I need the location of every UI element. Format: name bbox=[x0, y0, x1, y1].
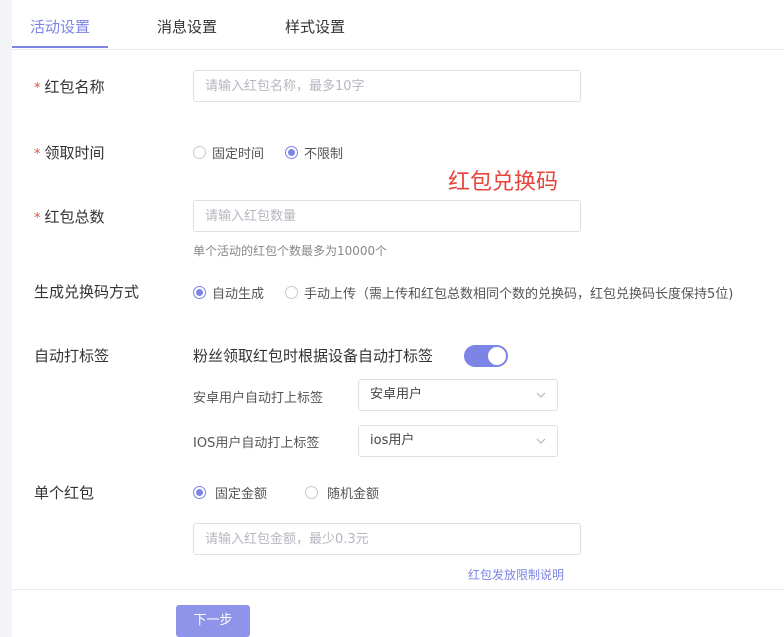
total-input[interactable] bbox=[193, 200, 581, 232]
radio-unlimited[interactable]: 不限制 bbox=[285, 143, 343, 162]
radio-circle bbox=[305, 486, 318, 499]
ios-tag-label: IOS用户自动打上标签 bbox=[193, 436, 320, 451]
total-label-text: 红包总数 bbox=[44, 208, 105, 226]
limit-explanation-link[interactable]: 红包发放限制说明 bbox=[468, 566, 564, 583]
radio-auto-generate[interactable]: 自动生成 bbox=[193, 283, 264, 302]
footer-divider bbox=[12, 589, 784, 590]
name-input[interactable] bbox=[193, 70, 581, 102]
required-mark: * bbox=[34, 81, 41, 96]
tab-bar: 活动设置 消息设置 样式设置 bbox=[12, 0, 784, 50]
required-mark: * bbox=[34, 211, 41, 226]
radio-fixed-time[interactable]: 固定时间 bbox=[193, 143, 264, 162]
radio-circle bbox=[193, 286, 206, 299]
tab-message-settings[interactable]: 消息设置 bbox=[157, 16, 217, 37]
single-packet-label: 单个红包 bbox=[34, 484, 95, 502]
select-value: 安卓用户 bbox=[370, 387, 423, 402]
time-label: * 领取时间 bbox=[34, 142, 105, 163]
tab-activity-settings[interactable]: 活动设置 bbox=[30, 16, 90, 37]
active-tab-indicator bbox=[12, 46, 108, 48]
code-method-label: 生成兑换码方式 bbox=[34, 283, 140, 301]
radio-label: 手动上传（需上传和红包总数相同个数的兑换码，红包兑换码长度保持5位) bbox=[304, 287, 734, 302]
toggle-knob bbox=[488, 347, 506, 365]
auto-tag-toggle[interactable] bbox=[464, 345, 508, 367]
chevron-down-icon bbox=[536, 438, 546, 444]
radio-label: 随机金额 bbox=[327, 487, 380, 502]
total-label: * 红包总数 bbox=[34, 206, 105, 227]
radio-circle bbox=[193, 146, 206, 159]
total-hint: 单个活动的红包个数最多为10000个 bbox=[193, 244, 388, 258]
radio-label: 不限制 bbox=[304, 147, 344, 162]
android-tag-select[interactable]: 安卓用户 bbox=[358, 379, 558, 411]
annotation-redeem-code: 红包兑换码 bbox=[448, 170, 559, 195]
next-step-button[interactable]: 下一步 bbox=[176, 605, 250, 637]
chevron-down-icon bbox=[536, 392, 546, 398]
amount-input[interactable] bbox=[193, 523, 581, 555]
name-label: * 红包名称 bbox=[34, 76, 105, 97]
radio-random-amount[interactable]: 随机金额 bbox=[305, 483, 379, 502]
radio-label: 自动生成 bbox=[212, 287, 265, 302]
android-tag-label: 安卓用户自动打上标签 bbox=[193, 391, 324, 406]
settings-panel: 活动设置 消息设置 样式设置 *红包名称 *领取时间 固定时间 不限制 红包兑换… bbox=[12, 0, 784, 637]
radio-label: 固定金额 bbox=[215, 487, 268, 502]
radio-manual-upload[interactable]: 手动上传（需上传和红包总数相同个数的兑换码，红包兑换码长度保持5位) bbox=[285, 283, 733, 302]
auto-tag-description: 粉丝领取红包时根据设备自动打标签 bbox=[193, 347, 434, 365]
select-value: ios用户 bbox=[370, 433, 415, 448]
radio-circle bbox=[285, 146, 298, 159]
ios-tag-select[interactable]: ios用户 bbox=[358, 425, 558, 457]
radio-label: 固定时间 bbox=[212, 147, 265, 162]
time-label-text: 领取时间 bbox=[44, 144, 105, 162]
required-mark: * bbox=[34, 147, 41, 162]
radio-circle bbox=[285, 286, 298, 299]
radio-fixed-amount[interactable]: 固定金额 bbox=[193, 483, 267, 502]
tab-style-settings[interactable]: 样式设置 bbox=[285, 16, 345, 37]
radio-circle bbox=[193, 486, 206, 499]
name-label-text: 红包名称 bbox=[44, 78, 105, 96]
auto-tag-label: 自动打标签 bbox=[34, 347, 110, 365]
